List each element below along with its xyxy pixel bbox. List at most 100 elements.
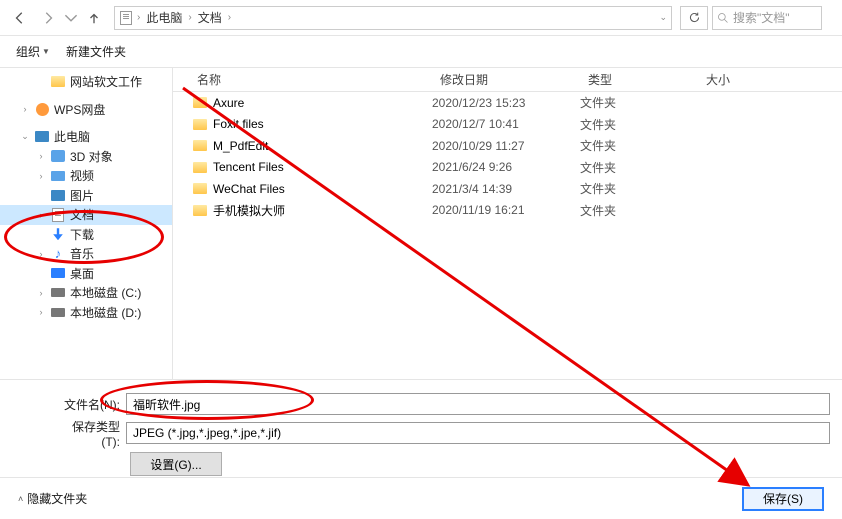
pic-icon (50, 188, 66, 202)
sidebar-item-label: WPS网盘 (54, 101, 105, 118)
sidebar-item[interactable]: ›本地磁盘 (C:) (0, 283, 172, 303)
file-name: Axure (213, 96, 244, 110)
filename-input[interactable] (126, 393, 830, 415)
sidebar-item-label: 下载 (70, 226, 94, 243)
sidebar-item[interactable]: 下载 (0, 225, 172, 245)
table-row[interactable]: Axure2020/12/23 15:23文件夹 (173, 92, 842, 114)
search-input[interactable]: 搜索"文档" (712, 6, 822, 30)
table-row[interactable]: WeChat Files 2021/3/4 14:39文件夹 (173, 178, 842, 200)
table-row[interactable]: 手机模拟大师 2020/11/19 16:21文件夹 (173, 200, 842, 222)
sidebar-item[interactable]: 桌面 (0, 264, 172, 284)
file-date: 2020/12/7 10:41 (432, 117, 580, 131)
disk-icon (50, 305, 66, 319)
sidebar-item[interactable]: ›♪音乐 (0, 244, 172, 264)
folder-icon (193, 140, 207, 151)
file-name: Tencent Files (213, 160, 284, 174)
sidebar-item-label: 3D 对象 (70, 148, 113, 165)
sidebar-item-label: 网站软文工作 (70, 73, 142, 90)
filetype-label: 保存类型(T): (54, 418, 126, 449)
table-row[interactable]: M_PdfEdit 2020/10/29 11:27文件夹 (173, 135, 842, 157)
table-row[interactable]: Foxit files2020/12/7 10:41文件夹 (173, 114, 842, 136)
settings-button[interactable]: 设置(G)... (130, 452, 222, 476)
sidebar-item[interactable]: › 视频 (0, 166, 172, 186)
breadcrumb[interactable]: › 此电脑 › 文档 › ⌄ (114, 6, 672, 30)
search-icon (717, 12, 729, 24)
video-icon (50, 169, 66, 183)
save-button[interactable]: 保存(S) (742, 487, 824, 511)
chevron-icon: › (137, 12, 140, 23)
header-size[interactable]: 大小 (698, 71, 842, 88)
folder-icon (50, 75, 66, 89)
filename-label: 文件名(N): (54, 396, 126, 413)
breadcrumb-dropdown[interactable]: ⌄ (659, 12, 667, 23)
hide-folders-button[interactable]: ˄ 隐藏文件夹 (18, 490, 87, 507)
download-icon (50, 227, 66, 241)
history-dropdown[interactable] (64, 6, 78, 30)
up-button[interactable] (82, 6, 106, 30)
sidebar-item[interactable]: › WPS网盘 (0, 100, 172, 120)
sidebar-item[interactable]: ›本地磁盘 (D:) (0, 303, 172, 323)
file-name: 手机模拟大师 (213, 202, 285, 219)
sidebar-item-label: 图片 (70, 187, 94, 204)
music-icon: ♪ (50, 247, 66, 261)
organize-button[interactable]: 组织 ▼ (16, 43, 50, 60)
breadcrumb-segment[interactable]: 文档 (196, 9, 224, 26)
folder-icon (193, 183, 207, 194)
file-type: 文件夹 (580, 137, 698, 154)
doc-icon (50, 208, 66, 222)
filetype-select[interactable] (126, 422, 830, 444)
wps-icon (34, 102, 50, 116)
file-type: 文件夹 (580, 180, 698, 197)
chevron-icon: › (188, 12, 191, 23)
file-type: 文件夹 (580, 202, 698, 219)
back-button[interactable] (8, 6, 32, 30)
chevron-icon: › (228, 12, 231, 23)
sidebar-item-label: 本地磁盘 (C:) (70, 284, 141, 301)
header-name[interactable]: 名称 (173, 71, 432, 88)
sidebar-item-label: 桌面 (70, 265, 94, 282)
sidebar-item-label: 视频 (70, 167, 94, 184)
chevron-icon: › (36, 307, 46, 317)
sidebar-item[interactable]: 图片 (0, 186, 172, 206)
file-name: M_PdfEdit (213, 139, 268, 153)
sidebar: 网站软文工作›WPS网盘⌄此电脑›3D 对象›视频图片›文档下载›♪音乐桌面›本… (0, 68, 173, 379)
sidebar-item-label: 此电脑 (54, 128, 90, 145)
file-type: 文件夹 (580, 94, 698, 111)
chevron-icon: › (36, 151, 46, 161)
3d-icon (50, 149, 66, 163)
sidebar-item[interactable]: 网站软文工作 (0, 72, 172, 92)
chevron-icon: › (20, 104, 30, 114)
folder-icon (193, 119, 207, 130)
file-date: 2020/10/29 11:27 (432, 139, 580, 153)
table-row[interactable]: Tencent Files2021/6/24 9:26文件夹 (173, 157, 842, 179)
save-form: 文件名(N): 保存类型(T): 设置(G)... (0, 379, 842, 484)
chevron-icon: › (36, 249, 46, 259)
folder-icon (193, 205, 207, 216)
pc-icon (34, 130, 50, 144)
file-list-header: 名称 修改日期 类型 大小 (173, 68, 842, 92)
folder-icon (193, 97, 207, 108)
search-placeholder: 搜索"文档" (733, 9, 790, 26)
sidebar-item[interactable]: ⌄ 此电脑 (0, 127, 172, 147)
file-type: 文件夹 (580, 116, 698, 133)
sidebar-item[interactable]: ›文档 (0, 205, 172, 225)
header-type[interactable]: 类型 (580, 71, 698, 88)
file-list: Axure2020/12/23 15:23文件夹Foxit files2020/… (173, 92, 842, 221)
file-date: 2020/11/19 16:21 (432, 203, 580, 217)
sidebar-item-label: 文档 (70, 206, 94, 223)
breadcrumb-segment[interactable]: 此电脑 (144, 9, 184, 26)
document-icon (119, 11, 133, 25)
forward-button[interactable] (36, 6, 60, 30)
footer: ˄ 隐藏文件夹 保存(S) (0, 477, 842, 519)
new-folder-button[interactable]: 新建文件夹 (66, 43, 126, 60)
chevron-icon: › (36, 171, 46, 181)
file-date: 2021/6/24 9:26 (432, 160, 580, 174)
file-name: WeChat Files (213, 182, 285, 196)
file-date: 2021/3/4 14:39 (432, 182, 580, 196)
desktop-icon (50, 266, 66, 280)
chevron-up-icon: ˄ (18, 494, 23, 504)
chevron-icon: ⌄ (20, 131, 30, 142)
header-date[interactable]: 修改日期 (432, 71, 580, 88)
sidebar-item[interactable]: › 3D 对象 (0, 147, 172, 167)
refresh-button[interactable] (680, 6, 708, 30)
